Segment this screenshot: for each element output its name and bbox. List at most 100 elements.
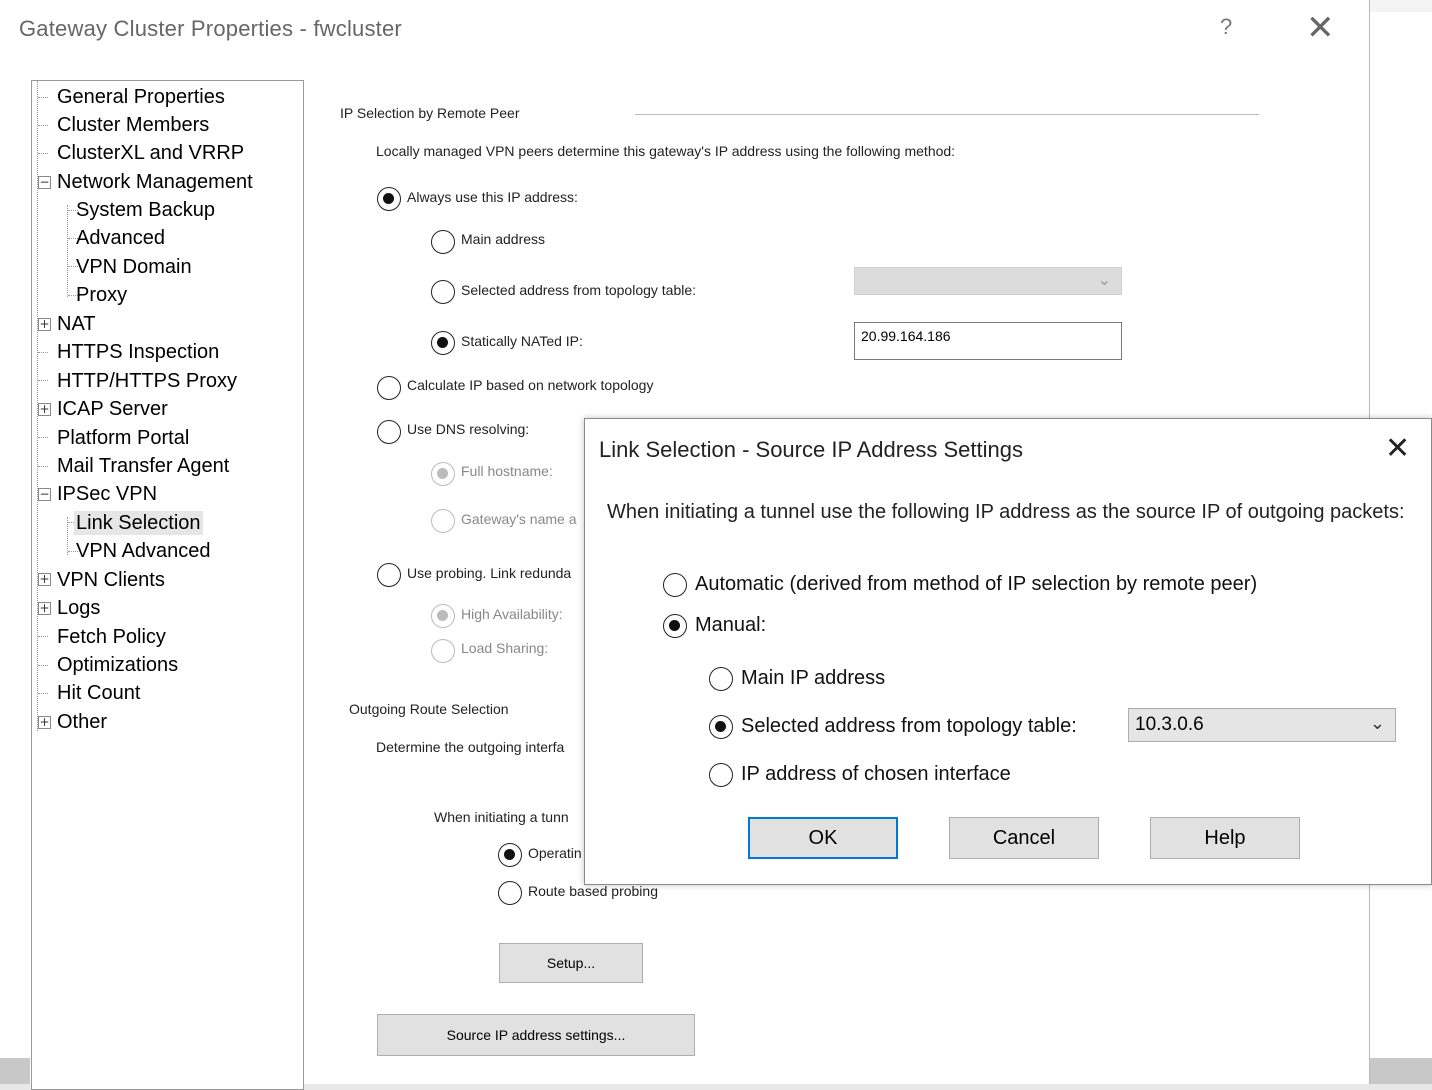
dialog-description: When initiating a tunnel use the followi… [607,501,1405,523]
nated-ip-input[interactable]: 20.99.164.186 [854,322,1122,360]
taskbar-fragment [1370,1058,1432,1084]
manual-radio[interactable] [663,614,687,638]
tree-item-hit-count[interactable]: Hit Count [57,681,140,705]
tree-connector [38,97,48,98]
tree-connector [38,466,48,467]
tree-item-network-management[interactable]: Network Management [57,170,253,194]
high-availability-radio[interactable] [431,604,455,628]
tree-connector [38,437,48,438]
tree-connector [38,380,48,381]
tree-item-optimizations[interactable]: Optimizations [57,653,178,677]
dialog-title: Link Selection - Source IP Address Setti… [599,437,1023,462]
route-based-probing-radio[interactable] [498,881,522,905]
statically-nated-label: Statically NATed IP: [461,333,583,349]
ip-selection-section-title: IP Selection by Remote Peer [340,105,520,121]
use-dns-radio[interactable] [377,420,401,444]
tree-item-logs[interactable]: Logs [57,596,100,620]
statically-nated-radio[interactable] [431,331,455,355]
topology-address-select[interactable]: ⌄ [854,267,1122,295]
dialog-selected-topology-radio[interactable] [709,715,733,739]
tree-item-platform-portal[interactable]: Platform Portal [57,426,189,450]
tree-item-ipsec-vpn[interactable]: IPSec VPN [57,482,157,506]
dialog-topology-select[interactable]: 10.3.0.6 ⌄ [1128,708,1396,742]
navigation-tree[interactable]: General Properties Cluster Members Clust… [31,80,304,1090]
collapse-icon[interactable]: − [38,176,51,189]
help-button[interactable]: Help [1150,817,1300,859]
help-icon[interactable]: ? [1220,14,1232,40]
ok-button[interactable]: OK [748,817,898,859]
source-ip-settings-dialog: Link Selection - Source IP Address Setti… [584,418,1432,885]
route-based-probing-label: Route based probing [528,883,658,899]
tree-connector [38,125,48,126]
gateway-name-radio[interactable] [431,509,455,533]
manual-label: Manual: [695,614,767,636]
calculate-ip-label: Calculate IP based on network topology [407,377,654,393]
automatic-label: Automatic (derived from method of IP sel… [695,573,1258,595]
full-hostname-label: Full hostname: [461,463,553,479]
tree-item-mail-transfer-agent[interactable]: Mail Transfer Agent [57,454,229,478]
tree-connector [38,693,48,694]
full-hostname-radio[interactable] [431,462,455,486]
main-ip-address-radio[interactable] [709,667,733,691]
tree-item-link-selection[interactable]: Link Selection [74,511,203,535]
calculate-ip-radio[interactable] [377,376,401,400]
outgoing-route-section-title: Outgoing Route Selection [349,701,509,717]
use-probing-label: Use probing. Link redunda [407,565,572,581]
background-window [1370,0,1432,12]
tree-connector [38,352,48,353]
tree-item-system-backup[interactable]: System Backup [76,198,215,222]
high-availability-label: High Availability: [461,606,563,622]
close-icon[interactable]: ✕ [1306,8,1335,48]
load-sharing-label: Load Sharing: [461,640,549,656]
operating-system-label: Operatin [528,845,582,861]
gateway-name-label: Gateway's name a [461,511,577,527]
tree-item-vpn-clients[interactable]: VPN Clients [57,568,165,592]
selected-from-topology-radio[interactable] [431,280,455,304]
use-probing-radio[interactable] [377,563,401,587]
expand-icon[interactable]: + [38,716,51,729]
tree-connector [38,636,48,637]
expand-icon[interactable]: + [38,602,51,615]
setup-button[interactable]: Setup... [499,943,643,983]
use-dns-label: Use DNS resolving: [407,421,530,437]
when-initiating-label: When initiating a tunn [434,809,569,825]
source-ip-settings-button[interactable]: Source IP address settings... [377,1014,695,1056]
selected-from-topology-label: Selected address from topology table: [461,282,697,298]
tree-connector [38,153,48,154]
main-address-radio[interactable] [431,230,455,254]
chosen-interface-radio[interactable] [709,763,733,787]
main-address-label: Main address [461,231,546,247]
tree-item-clusterxl-vrrp[interactable]: ClusterXL and VRRP [57,141,244,165]
ip-selection-description: Locally managed VPN peers determine this… [376,143,956,159]
expand-icon[interactable]: + [38,318,51,331]
cancel-button[interactable]: Cancel [949,817,1099,859]
tree-item-nat[interactable]: NAT [57,312,96,336]
tree-item-vpn-domain[interactable]: VPN Domain [76,255,192,279]
tree-connector [67,205,68,297]
tree-item-icap-server[interactable]: ICAP Server [57,397,168,421]
window-title: Gateway Cluster Properties - fwcluster [19,16,402,41]
tree-item-cluster-members[interactable]: Cluster Members [57,113,209,137]
dialog-topology-value: 10.3.0.6 [1135,714,1204,735]
tree-item-fetch-policy[interactable]: Fetch Policy [57,625,166,649]
outgoing-route-description: Determine the outgoing interfa [376,739,565,755]
chosen-interface-label: IP address of chosen interface [741,763,1011,785]
always-use-ip-label: Always use this IP address: [407,189,578,205]
tree-item-general-properties[interactable]: General Properties [57,85,225,109]
tree-item-https-inspection[interactable]: HTTPS Inspection [57,340,219,364]
expand-icon[interactable]: + [38,573,51,586]
tree-item-http-https-proxy[interactable]: HTTP/HTTPS Proxy [57,369,237,393]
dialog-close-icon[interactable]: ✕ [1385,431,1410,466]
load-sharing-radio[interactable] [431,639,455,663]
collapse-icon[interactable]: − [38,488,51,501]
tree-item-proxy[interactable]: Proxy [76,283,127,307]
tree-item-advanced[interactable]: Advanced [76,226,165,250]
automatic-radio[interactable] [663,573,687,597]
always-use-ip-radio[interactable] [377,187,401,211]
tree-item-vpn-advanced[interactable]: VPN Advanced [76,539,211,563]
taskbar-fragment [0,1058,30,1084]
chevron-down-icon: ⌄ [1097,272,1111,289]
tree-item-other[interactable]: Other [57,710,107,734]
operating-system-radio[interactable] [498,843,522,867]
expand-icon[interactable]: + [38,403,51,416]
